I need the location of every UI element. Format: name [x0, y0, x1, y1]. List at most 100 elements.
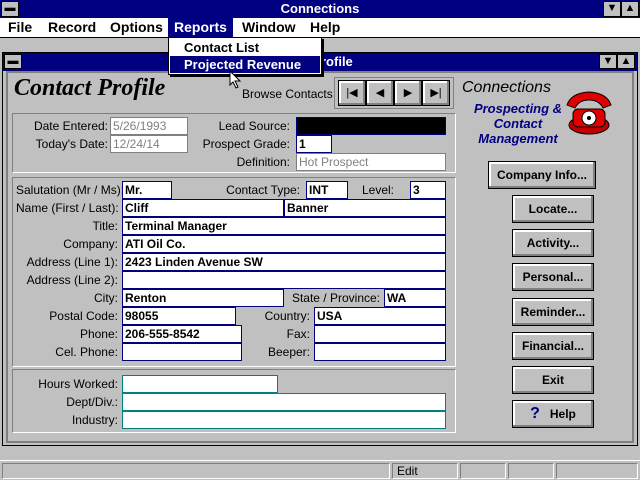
exit-button[interactable]: Exit	[512, 366, 594, 394]
status-bar: Edit	[0, 460, 640, 480]
menu-item-projected-revenue[interactable]: Projected Revenue	[170, 56, 320, 73]
reminder-button[interactable]: Reminder...	[512, 298, 594, 326]
lead-source-field[interactable]	[296, 117, 446, 135]
locate-button[interactable]: Locate...	[512, 195, 594, 223]
status-cell-5	[556, 463, 638, 479]
company-info-button[interactable]: Company Info...	[488, 161, 596, 189]
brand-tagline-1: Prospecting &	[473, 101, 563, 116]
postal-code-label: Postal Code:	[49, 309, 118, 323]
last-name-field[interactable]: Banner	[284, 199, 446, 217]
app-title-bar: Connections	[0, 0, 640, 18]
child-system-menu-icon[interactable]: ▬	[4, 54, 22, 69]
contact-profile-window: rofile ▬ ▼ ▲ Contact Profile Browse Cont…	[2, 52, 638, 446]
salutation-field[interactable]: Mr.	[122, 181, 172, 199]
date-entered-label: Date Entered:	[33, 119, 108, 133]
next-icon: ▶	[403, 87, 413, 99]
brand-tagline-3: Management	[478, 131, 558, 146]
first-name-field[interactable]: Cliff	[122, 199, 284, 217]
state-field[interactable]: WA	[384, 289, 446, 307]
app-title: Connections	[280, 1, 360, 16]
system-menu-icon[interactable]: ▬	[1, 1, 19, 17]
contact-type-label: Contact Type:	[226, 183, 300, 197]
beeper-label: Beeper:	[267, 345, 310, 359]
name-label: Name (First / Last):	[16, 201, 119, 215]
prospect-grade-label: Prospect Grade:	[202, 137, 290, 151]
menu-reports[interactable]: Reports	[168, 18, 233, 37]
level-field[interactable]: 3	[410, 181, 446, 199]
lead-source-label: Lead Source:	[218, 119, 290, 133]
level-label: Level:	[361, 183, 394, 197]
status-message-cell	[2, 463, 390, 479]
mouse-cursor-icon	[229, 70, 242, 89]
browse-contacts-label: Browse Contacts	[242, 87, 333, 101]
cel-phone-field[interactable]	[122, 343, 242, 361]
industry-label: Industry:	[71, 413, 118, 427]
financial-button[interactable]: Financial...	[512, 332, 594, 360]
city-label: City:	[94, 291, 118, 305]
menu-file[interactable]: File	[2, 18, 38, 37]
help-button[interactable]: ? Help	[512, 400, 594, 428]
page-title: Contact Profile	[14, 75, 166, 101]
title-label: Title:	[92, 219, 118, 233]
dept-field[interactable]	[122, 393, 446, 411]
form-body: Contact Profile Browse Contacts |◀ ◀ ▶ ▶…	[6, 71, 634, 443]
child-minimize-icon[interactable]: ▼	[599, 54, 617, 69]
date-entered-field[interactable]: 5/26/1993	[110, 117, 188, 135]
definition-field[interactable]: Hot Prospect	[296, 153, 446, 171]
country-label: Country:	[264, 309, 310, 323]
last-record-button[interactable]: ▶|	[422, 80, 450, 106]
help-button-label: Help	[549, 407, 576, 421]
first-icon: |◀	[346, 87, 358, 99]
hours-worked-label: Hours Worked:	[38, 377, 118, 391]
menu-bar: File Record Options Reports Window Help	[0, 18, 640, 38]
todays-date-field[interactable]: 12/24/14	[110, 135, 188, 153]
first-record-button[interactable]: |◀	[338, 80, 366, 106]
reports-dropdown: Contact List Projected Revenue	[168, 37, 322, 75]
minimize-icon[interactable]: ▼	[603, 1, 621, 17]
maximize-icon[interactable]: ▲	[621, 1, 639, 17]
address1-label: Address (Line 1):	[26, 255, 118, 269]
status-cell-3	[460, 463, 506, 479]
status-cell-4	[508, 463, 554, 479]
industry-field[interactable]	[122, 411, 446, 429]
company-field[interactable]: ATI Oil Co.	[122, 235, 446, 253]
brand-tagline-2: Contact	[493, 116, 543, 131]
menu-options[interactable]: Options	[104, 18, 169, 37]
salutation-label: Salutation (Mr / Ms):	[16, 183, 125, 197]
todays-date-label: Today's Date:	[35, 137, 108, 151]
phone-label: Phone:	[79, 327, 118, 341]
state-label: State / Province:	[291, 291, 380, 305]
contact-type-field[interactable]: INT	[306, 181, 348, 199]
question-mark-icon: ?	[530, 405, 540, 422]
phone-field[interactable]: 206-555-8542	[122, 325, 242, 343]
child-maximize-icon[interactable]: ▲	[617, 54, 635, 69]
last-icon: ▶|	[430, 87, 442, 99]
prev-icon: ◀	[375, 87, 385, 99]
definition-label: Definition:	[236, 155, 290, 169]
country-field[interactable]: USA	[314, 307, 446, 325]
status-mode: Edit	[392, 463, 458, 479]
child-title: rofile	[321, 54, 353, 69]
fax-label: Fax:	[286, 327, 310, 341]
menu-window[interactable]: Window	[236, 18, 302, 37]
beeper-field[interactable]	[314, 343, 446, 361]
brand-name: Connections	[462, 79, 551, 96]
dept-label: Dept/Div.:	[66, 395, 118, 409]
postal-code-field[interactable]: 98055	[122, 307, 236, 325]
address2-label: Address (Line 2):	[26, 273, 118, 287]
activity-button[interactable]: Activity...	[512, 229, 594, 257]
prev-record-button[interactable]: ◀	[366, 80, 394, 106]
menu-help[interactable]: Help	[304, 18, 346, 37]
city-field[interactable]: Renton	[122, 289, 284, 307]
personal-button[interactable]: Personal...	[512, 263, 594, 291]
menu-record[interactable]: Record	[42, 18, 102, 37]
prospect-grade-field[interactable]: 1	[296, 135, 332, 153]
next-record-button[interactable]: ▶	[394, 80, 422, 106]
hours-worked-field[interactable]	[122, 375, 278, 393]
menu-item-contact-list[interactable]: Contact List	[170, 39, 320, 56]
title-field[interactable]: Terminal Manager	[122, 217, 446, 235]
telephone-icon	[566, 91, 612, 135]
fax-field[interactable]	[314, 325, 446, 343]
address1-field[interactable]: 2423 Linden Avenue SW	[122, 253, 446, 271]
address2-field[interactable]	[122, 271, 446, 289]
